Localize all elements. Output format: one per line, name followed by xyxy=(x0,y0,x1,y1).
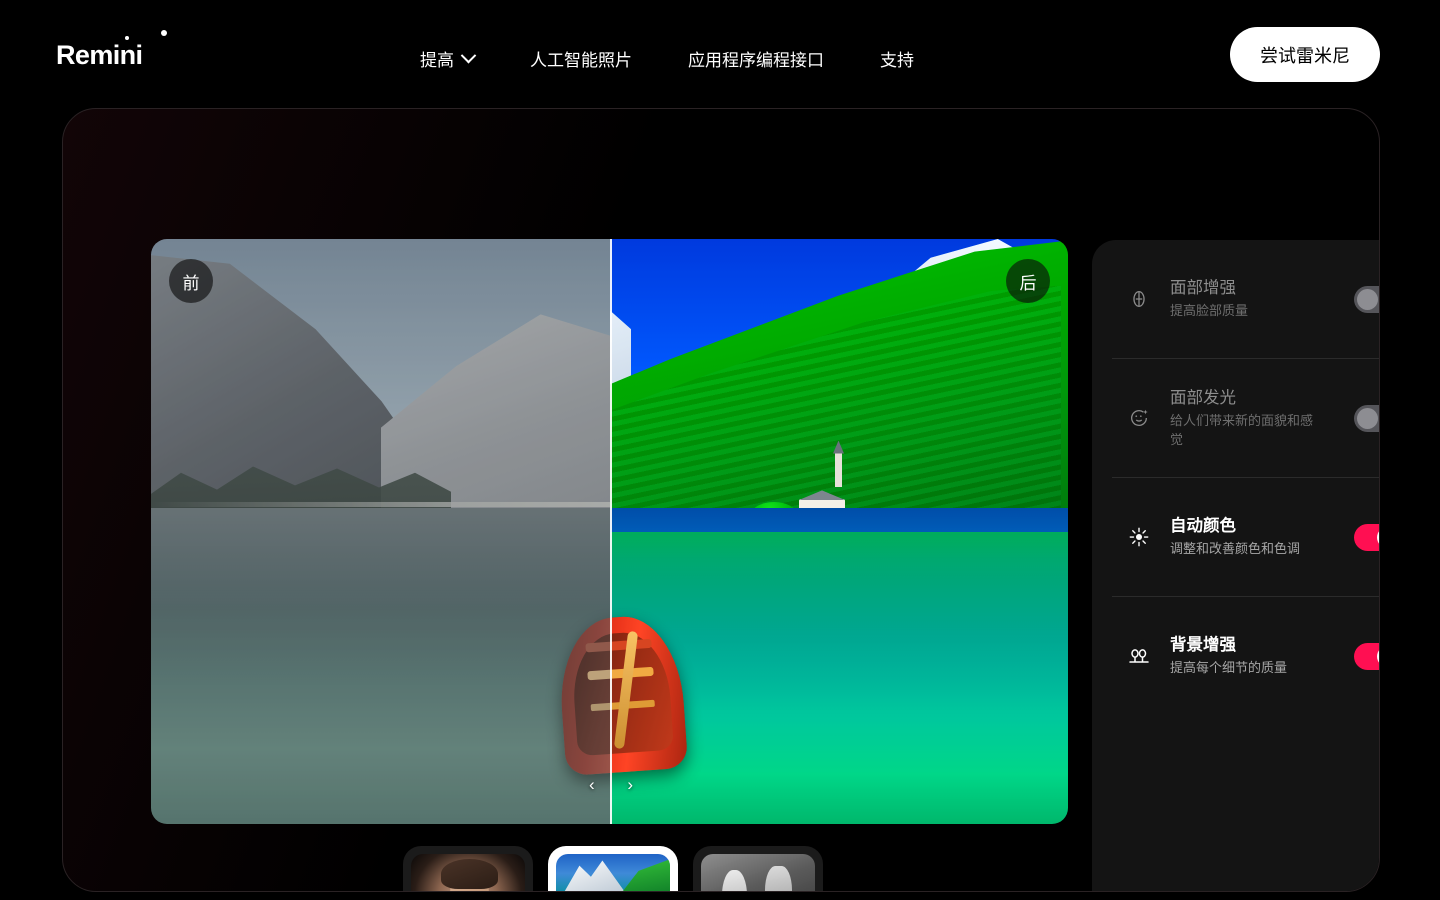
toggle-knob xyxy=(1377,645,1379,667)
sparkle-icon xyxy=(125,36,129,40)
option-subtitle: 调整和改善颜色和色调 xyxy=(1170,541,1301,557)
toggle-face-enhance[interactable] xyxy=(1354,285,1379,313)
portrait-photo-art xyxy=(411,854,525,891)
enhancement-options-panel: 面部增强 提高脸部质量 面部发光 给人们带来新的面貌和感觉 自动颜色 调整和改善… xyxy=(1092,240,1379,891)
thumbnail-image xyxy=(556,854,670,891)
before-badge: 前 xyxy=(169,259,213,303)
sparkle-icon xyxy=(161,30,167,36)
option-subtitle: 给人们带来新的面貌和感觉 xyxy=(1170,412,1314,447)
old-photo-art xyxy=(701,854,815,891)
chevron-left-icon: ‹ xyxy=(589,774,595,794)
try-remini-button[interactable]: 尝试雷米尼 xyxy=(1230,27,1380,82)
option-row-auto-color[interactable]: 自动颜色 调整和改善颜色和色调 xyxy=(1108,478,1379,596)
toggle-knob xyxy=(1377,526,1379,548)
comparison-slider-divider[interactable]: ‹ › xyxy=(589,239,633,824)
toggle-background-enhance[interactable] xyxy=(1354,642,1379,670)
option-subtitle: 提高每个细节的质量 xyxy=(1170,660,1288,676)
face-enhance-icon xyxy=(1124,288,1154,310)
site-header: Remini 提高 人工智能照片 应用程序编程接口 支持 尝试雷米尼 xyxy=(0,0,1440,108)
auto-color-icon xyxy=(1124,526,1154,548)
nav-item-ai-photos[interactable]: 人工智能照片 xyxy=(530,40,632,77)
nav-item-support[interactable]: 支持 xyxy=(880,40,914,77)
brand-logo[interactable]: Remini xyxy=(56,30,167,70)
nav-item-label: 提高 xyxy=(420,51,454,70)
landscape-photo-art xyxy=(556,854,670,891)
option-text: 面部增强 提高脸部质量 xyxy=(1154,277,1354,321)
thumbnail-old-photo[interactable]: 旧照片 xyxy=(693,846,823,891)
main-nav: 提高 人工智能照片 应用程序编程接口 支持 xyxy=(420,40,970,77)
after-badge: 后 xyxy=(1006,259,1050,303)
brand-logo-text: Remini xyxy=(56,40,143,70)
chevron-right-icon: › xyxy=(627,774,633,794)
option-title: 面部发光 xyxy=(1170,388,1236,407)
nav-item-label: 应用程序编程接口 xyxy=(688,51,824,70)
option-text: 自动颜色 调整和改善颜色和色调 xyxy=(1154,515,1354,559)
app-shell: 前 后 ‹ › 肖像 景观 xyxy=(62,108,1380,892)
thumb-mountain xyxy=(562,860,627,891)
nav-item-label: 支持 xyxy=(880,51,914,70)
thumbnail-image xyxy=(701,854,815,891)
face-glow-icon xyxy=(1124,407,1154,429)
before-after-comparison[interactable]: 前 后 ‹ › xyxy=(151,239,1068,824)
comparison-slider-handle[interactable]: ‹ › xyxy=(589,769,633,799)
toggle-face-glow[interactable] xyxy=(1354,404,1379,432)
option-title: 面部增强 xyxy=(1170,278,1236,297)
thumbnail-landscape[interactable]: 景观 xyxy=(548,846,678,891)
option-title: 自动颜色 xyxy=(1170,516,1236,535)
sample-thumbnail-list: 肖像 景观 旧照片 xyxy=(403,846,823,891)
toggle-knob xyxy=(1357,407,1378,429)
option-title: 背景增强 xyxy=(1170,635,1236,654)
toggle-knob xyxy=(1357,288,1378,310)
thumbnail-portrait[interactable]: 肖像 xyxy=(403,846,533,891)
option-text: 背景增强 提高每个细节的质量 xyxy=(1154,634,1354,678)
chevron-down-icon xyxy=(460,47,477,64)
thumb-forest xyxy=(617,859,670,891)
church-spire xyxy=(835,452,842,487)
background-enhance-icon xyxy=(1124,644,1154,668)
nav-item-label: 人工智能照片 xyxy=(530,51,632,70)
option-row-face-glow[interactable]: 面部发光 给人们带来新的面貌和感觉 xyxy=(1108,359,1379,477)
nav-item-api[interactable]: 应用程序编程接口 xyxy=(688,40,824,77)
option-row-background-enhance[interactable]: 背景增强 提高每个细节的质量 xyxy=(1108,597,1379,715)
thumbnail-image xyxy=(411,854,525,891)
toggle-auto-color[interactable] xyxy=(1354,523,1379,551)
option-row-face-enhance[interactable]: 面部增强 提高脸部质量 xyxy=(1108,240,1379,358)
nav-item-enhance[interactable]: 提高 xyxy=(420,40,477,77)
option-subtitle: 提高脸部质量 xyxy=(1170,303,1249,319)
option-text: 面部发光 给人们带来新的面貌和感觉 xyxy=(1154,387,1354,450)
